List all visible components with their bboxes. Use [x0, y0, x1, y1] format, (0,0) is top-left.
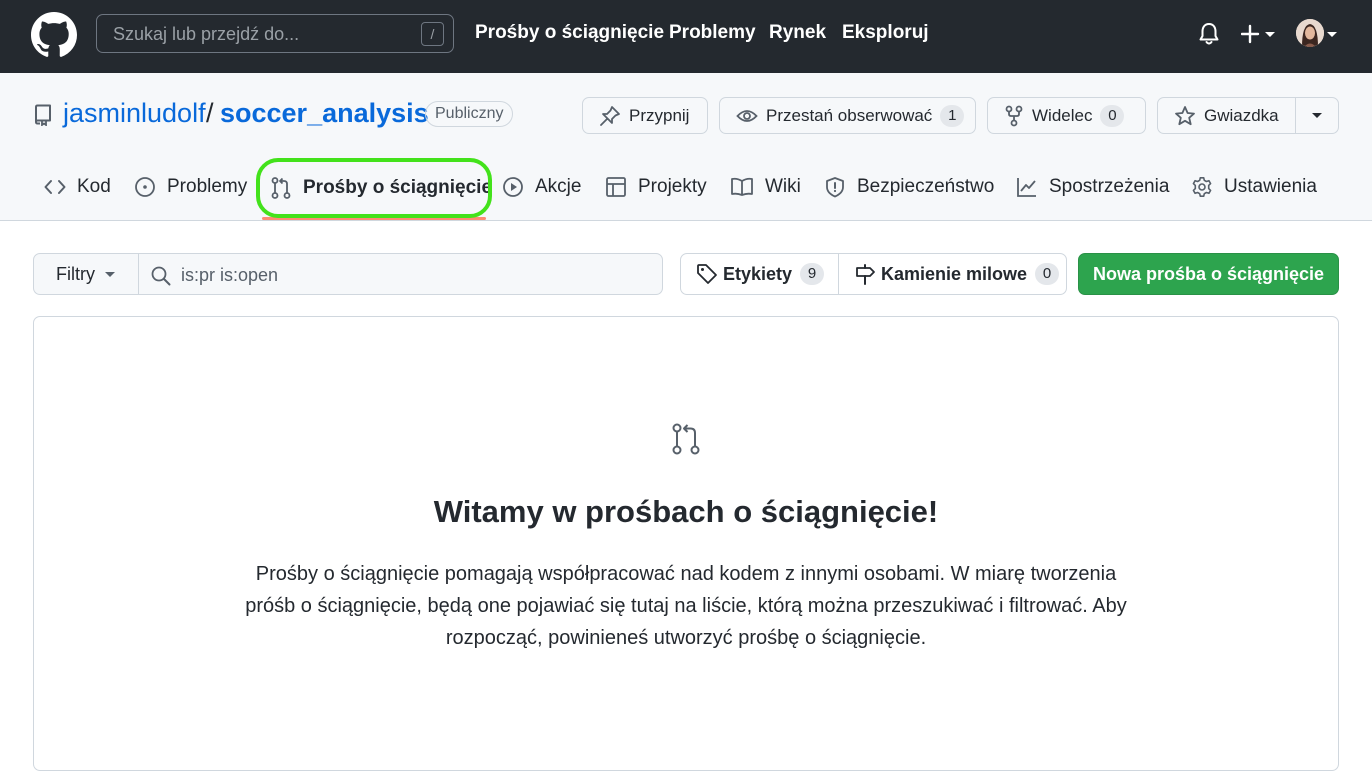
milestone-icon — [856, 264, 875, 285]
repo-forked-icon — [1005, 105, 1023, 126]
git-pull-request-icon — [271, 177, 291, 199]
global-header: Szukaj lub przejdź do... / Prośby o ścią… — [0, 0, 1372, 73]
tab-insights[interactable]: Spostrzeżenia — [1016, 176, 1169, 198]
labels-count: 9 — [800, 263, 825, 285]
tab-pull-requests[interactable]: Prośby o ściągnięcie — [270, 176, 492, 200]
watchers-count: 1 — [940, 104, 965, 127]
table-icon — [606, 177, 626, 197]
labels-divider — [838, 254, 839, 294]
book-icon — [731, 177, 753, 196]
tab-settings-label: Ustawienia — [1224, 176, 1317, 197]
labels-milestones-group: Etykiety 9 Kamienie milowe 0 — [680, 253, 1067, 295]
milestones-label: Kamienie milowe — [881, 263, 1028, 284]
eye-icon — [736, 109, 758, 122]
issue-opened-icon — [135, 177, 155, 197]
repo-icon — [35, 104, 51, 126]
git-pull-request-icon — [672, 423, 700, 455]
star-label: Gwiazdka — [1204, 105, 1279, 125]
blankslate-description: Prośby o ściągnięcie pomagają współpraco… — [236, 558, 1136, 654]
avatar-image-icon — [1296, 19, 1324, 47]
star-lists-dropdown[interactable] — [1295, 97, 1339, 134]
labels-button[interactable]: Etykiety 9 — [696, 254, 825, 294]
tab-actions[interactable]: Akcje — [502, 176, 581, 198]
repo-owner-link[interactable]: jasminludolf — [63, 98, 206, 129]
pin-icon — [600, 105, 620, 126]
tab-projects-label: Projekty — [638, 176, 707, 197]
unwatch-button[interactable]: Przestań obserwować 1 — [719, 97, 976, 134]
filters-dropdown[interactable]: Filtry — [33, 253, 139, 295]
search-placeholder: Szukaj lub przejdź do... — [113, 24, 300, 44]
star-icon — [1175, 105, 1195, 125]
nav-pull-requests[interactable]: Prośby o ściągnięcie — [475, 22, 664, 44]
fork-count: 0 — [1100, 104, 1125, 127]
tab-settings[interactable]: Ustawienia — [1191, 176, 1317, 198]
fork-button[interactable]: Widelec 0 — [987, 97, 1146, 134]
labels-label: Etykiety — [723, 263, 793, 284]
triangle-down-icon — [1312, 113, 1322, 118]
blankslate-box — [33, 316, 1339, 771]
tab-issues-label: Problemy — [167, 176, 248, 197]
search-shortcut-key: / — [421, 22, 444, 46]
blankslate-title: Witamy w prośbach o ściągnięcie! — [433, 494, 939, 529]
global-search-input[interactable]: Szukaj lub przejdź do... / — [96, 14, 454, 53]
repository-header — [0, 73, 1372, 221]
triangle-down-icon — [105, 271, 115, 277]
tab-pull-requests-label: Prośby o ściągnięcie — [303, 177, 493, 198]
tab-wiki-label: Wiki — [765, 176, 801, 197]
play-icon — [503, 177, 523, 197]
filter-search-input[interactable]: is:pr is:open — [138, 253, 663, 295]
tab-code[interactable]: Kod — [44, 176, 111, 198]
nav-marketplace[interactable]: Rynek — [769, 22, 826, 44]
fork-label: Widelec — [1032, 105, 1093, 125]
create-new-plus-icon[interactable] — [1241, 24, 1279, 44]
milestones-count: 0 — [1035, 263, 1060, 285]
chevron-down-icon[interactable] — [1326, 29, 1338, 39]
tab-wiki[interactable]: Wiki — [730, 176, 801, 198]
code-icon — [44, 180, 66, 194]
selected-tab-underline — [262, 217, 486, 220]
github-logo-icon[interactable] — [31, 12, 77, 58]
blankslate-line-3: rozpocząć, powinieneś utworzyć prośbę o … — [445, 627, 927, 649]
repo-path-separator: / — [206, 98, 214, 128]
unwatch-label: Przestań obserwować — [766, 105, 933, 125]
tag-icon — [697, 264, 717, 284]
tab-projects[interactable]: Projekty — [605, 176, 707, 198]
milestones-button[interactable]: Kamienie milowe 0 — [854, 254, 1060, 294]
pin-label: Przypnij — [629, 105, 690, 125]
star-button[interactable]: Gwiazdka — [1157, 97, 1296, 134]
user-avatar[interactable] — [1296, 19, 1324, 47]
filter-query-value: is:pr is:open — [181, 265, 279, 285]
filters-label: Filtry — [56, 263, 95, 284]
tab-actions-label: Akcje — [535, 176, 582, 197]
tab-security-label: Bezpieczeństwo — [857, 176, 995, 197]
graph-icon — [1017, 178, 1036, 197]
gear-icon — [1192, 177, 1212, 197]
bell-icon[interactable] — [1198, 22, 1220, 46]
blankslate-line-1: Prośby o ściągnięcie pomagają współpraco… — [255, 563, 1117, 585]
pin-button[interactable]: Przypnij — [582, 97, 708, 134]
tab-security[interactable]: Bezpieczeństwo — [824, 176, 994, 198]
tab-code-label: Kod — [77, 176, 111, 197]
search-icon — [151, 266, 171, 286]
shield-icon — [826, 177, 844, 198]
blankslate-line-2: próśb o ściągnięcie, będą one pojawiać s… — [245, 595, 1127, 617]
tab-issues[interactable]: Problemy — [134, 176, 247, 198]
tab-insights-label: Spostrzeżenia — [1049, 176, 1170, 197]
visibility-badge: Publiczny — [425, 101, 514, 127]
new-pull-request-button[interactable]: Nowa prośba o ściągnięcie — [1078, 253, 1339, 295]
nav-issues[interactable]: Problemy — [669, 22, 756, 44]
repo-name-link[interactable]: soccer_analysis — [220, 98, 429, 129]
nav-explore[interactable]: Eksploruj — [842, 22, 929, 44]
